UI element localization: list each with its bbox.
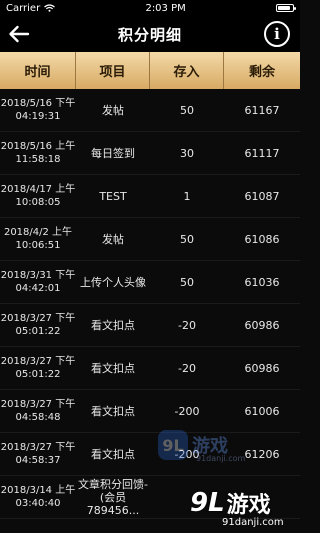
clock-text: 03:40:40 (15, 498, 61, 509)
points-list[interactable]: 2018/5/16 下午 04:19:31 发帖 50 61167 2018/5… (0, 89, 300, 519)
table-row[interactable]: 2018/4/17 上午 10:08:05 TEST 1 61087 (0, 175, 300, 218)
item-cell: 上传个人头像 (80, 275, 146, 289)
back-button[interactable] (6, 22, 32, 46)
remaining-cell: 60986 (244, 318, 280, 332)
info-circle-icon: i (274, 25, 280, 43)
page-title: 积分明细 (117, 25, 182, 44)
clock-text: 10:08:05 (15, 197, 61, 208)
time-cell: 2018/5/16 下午 04:19:31 (0, 97, 76, 123)
watermark-faint: 9L 游戏 91danji.com (158, 430, 245, 463)
date-text: 2018/3/27 下午 (0, 356, 76, 367)
table-row[interactable]: 2018/3/27 下午 04:58:37 看文扣点 -200 61206 (0, 433, 300, 476)
date-text: 2018/3/27 下午 (0, 399, 76, 410)
clock-text: 04:58:48 (15, 412, 61, 423)
watermark-logo-faint: 9L (158, 430, 188, 460)
clock-text: 10:06:51 (15, 240, 61, 251)
clock-text: 11:58:18 (15, 154, 61, 165)
watermark-domain: 91danji.com (222, 516, 284, 528)
info-button[interactable]: i (264, 21, 290, 47)
nav-bar: 积分明细 i (0, 16, 300, 52)
battery-icon (276, 4, 296, 12)
remaining-cell: 60986 (244, 361, 280, 375)
item-cell: TEST (99, 189, 127, 203)
time-cell: 2018/4/2 上午 10:06:51 (0, 226, 76, 252)
clock-text: 05:01:22 (15, 369, 61, 380)
remaining-cell: 61036 (244, 275, 280, 289)
item-cell: 发帖 (102, 232, 124, 246)
status-bar: Carrier 2:03 PM (0, 0, 300, 16)
status-left: Carrier (6, 2, 56, 14)
table-row[interactable]: 2018/4/2 上午 10:06:51 发帖 50 61086 (0, 218, 300, 261)
item-cell: 每日签到 (91, 146, 135, 160)
deposit-cell: -20 (178, 361, 196, 375)
time-cell: 2018/3/31 下午 04:42:01 (0, 269, 76, 295)
watermark-main: 9L 游戏 (190, 487, 271, 519)
arrow-left-icon (9, 25, 30, 43)
watermark-domain-faint: 91danji.com (196, 454, 246, 463)
deposit-cell: 1 (183, 189, 191, 203)
time-cell: 2018/3/27 下午 05:01:22 (0, 312, 76, 338)
wifi-icon (44, 4, 56, 12)
date-text: 2018/3/27 下午 (0, 442, 76, 453)
date-text: 2018/3/27 下午 (0, 313, 76, 324)
status-right (276, 4, 296, 12)
deposit-cell: 50 (180, 232, 194, 246)
watermark-logo: 9L (190, 487, 225, 518)
remaining-cell: 61087 (244, 189, 280, 203)
clock-text: 05:01:22 (15, 326, 61, 337)
item-cell: 看文扣点 (91, 361, 135, 375)
time-cell: 2018/3/27 下午 05:01:22 (0, 355, 76, 381)
time-cell: 2018/3/27 下午 04:58:37 (0, 441, 76, 467)
header-deposit: 存入 (150, 52, 224, 89)
table-row[interactable]: 2018/3/27 下午 04:58:48 看文扣点 -200 61006 (0, 390, 300, 433)
date-text: 2018/4/17 上午 (0, 184, 76, 195)
table-header: 时间 项目 存入 剩余 (0, 52, 300, 89)
date-text: 2018/3/14 上午 (0, 485, 76, 496)
date-text: 2018/5/16 上午 (0, 141, 76, 152)
deposit-cell: -20 (178, 318, 196, 332)
deposit-cell: 50 (180, 275, 194, 289)
watermark-name: 游戏 (226, 492, 271, 518)
remaining-cell: 61006 (244, 404, 280, 418)
header-item: 项目 (76, 52, 150, 89)
clock-text: 04:42:01 (15, 283, 61, 294)
deposit-cell: 50 (180, 103, 194, 117)
remaining-cell: 61086 (244, 232, 280, 246)
remaining-cell: 61167 (244, 103, 280, 117)
item-cell: 看文扣点 (91, 318, 135, 332)
item-cell: 看文扣点 (91, 447, 135, 461)
carrier-label: Carrier (6, 2, 41, 14)
table-row[interactable]: 2018/3/27 下午 05:01:22 看文扣点 -20 60986 (0, 304, 300, 347)
deposit-cell: -200 (174, 404, 200, 418)
table-row[interactable]: 2018/5/16 下午 04:19:31 发帖 50 61167 (0, 89, 300, 132)
item-cell: 看文扣点 (91, 404, 135, 418)
time-cell: 2018/5/16 上午 11:58:18 (0, 140, 76, 166)
clock-text: 04:19:31 (15, 111, 61, 122)
time-cell: 2018/4/17 上午 10:08:05 (0, 183, 76, 209)
date-text: 2018/3/31 下午 (0, 270, 76, 281)
item-cell: 文章积分回馈-(会员 789456... (78, 477, 148, 517)
time-cell: 2018/3/14 上午 03:40:40 (0, 484, 76, 510)
date-text: 2018/5/16 下午 (0, 98, 76, 109)
header-time: 时间 (0, 52, 76, 89)
status-time: 2:03 PM (145, 2, 186, 14)
remaining-cell: 61117 (244, 146, 280, 160)
watermark: 9L 游戏 91danji.com (190, 481, 300, 533)
date-text: 2018/4/2 上午 (3, 227, 73, 238)
table-row[interactable]: 2018/3/31 下午 04:42:01 上传个人头像 50 61036 (0, 261, 300, 304)
deposit-cell: 30 (180, 146, 194, 160)
header-remaining: 剩余 (248, 65, 275, 80)
table-row[interactable]: 2018/3/27 下午 05:01:22 看文扣点 -20 60986 (0, 347, 300, 390)
item-cell: 发帖 (102, 103, 124, 117)
clock-text: 04:58:37 (15, 455, 61, 466)
time-cell: 2018/3/27 下午 04:58:48 (0, 398, 76, 424)
table-row[interactable]: 2018/5/16 上午 11:58:18 每日签到 30 61117 (0, 132, 300, 175)
